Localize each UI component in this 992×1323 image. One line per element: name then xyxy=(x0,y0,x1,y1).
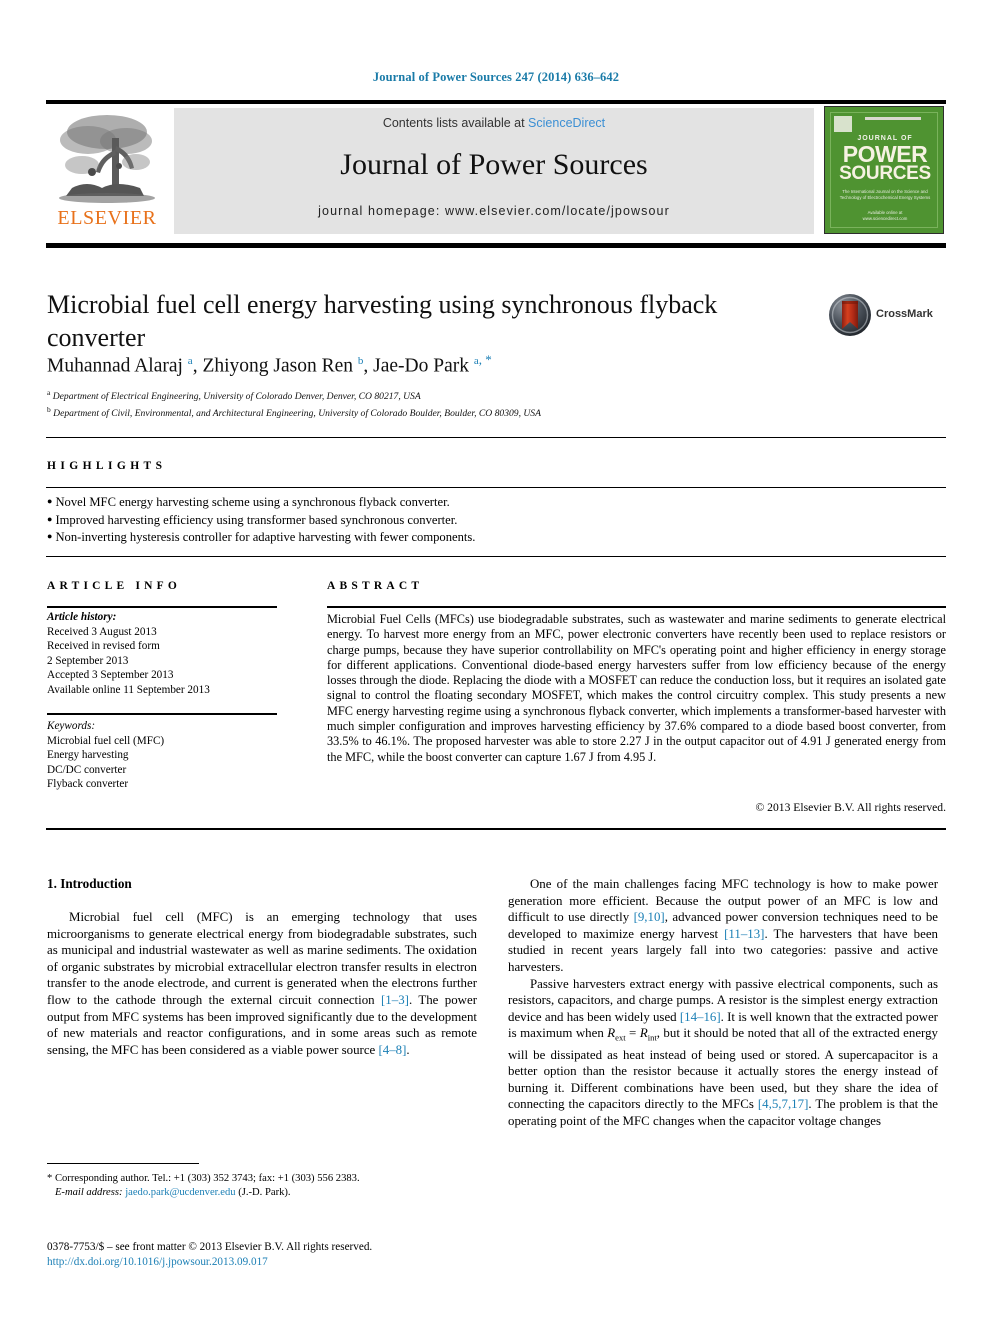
running-head: Journal of Power Sources 247 (2014) 636–… xyxy=(372,70,620,84)
imprint-block: 0378-7753/$ – see front matter © 2013 El… xyxy=(47,1240,477,1270)
journal-cover-thumbnail: JOURNAL OF POWER SOURCES The Internation… xyxy=(824,106,944,234)
cover-footer-text: Available online at www.sciencedirect.co… xyxy=(862,210,908,221)
affil-text-a: Department of Electrical Engineering, Un… xyxy=(52,391,421,403)
history-line: 2 September 2013 xyxy=(47,654,129,667)
email-label: E-mail address: xyxy=(54,1187,123,1198)
sciencedirect-link[interactable]: ScienceDirect xyxy=(528,116,605,130)
article-info-heading: ARTICLE INFO xyxy=(47,580,182,592)
crossmark-badge-icon xyxy=(828,293,872,337)
paragraph: Microbial fuel cell (MFC) is an emerging… xyxy=(47,910,477,1057)
highlights-top-rule xyxy=(46,437,946,438)
keyword-item: Microbial fuel cell (MFC) xyxy=(47,734,165,747)
bullet-icon: ● xyxy=(47,496,53,506)
abstract-heading: ABSTRACT xyxy=(327,580,424,592)
corresponding-author-note: * Corresponding author. Tel.: +1 (303) 3… xyxy=(47,1172,477,1200)
bullet-icon: ● xyxy=(47,531,53,541)
crossmark-label: CrossMark xyxy=(876,308,933,320)
affil-marker-b: b xyxy=(47,405,51,415)
doi-link[interactable]: http://dx.doi.org/10.1016/j.jpowsour.201… xyxy=(47,1255,477,1270)
keyword-item: Flyback converter xyxy=(47,778,129,791)
paragraph: Passive harvesters extract energy with p… xyxy=(508,976,939,1128)
highlight-text: Non-inverting hysteresis controller for … xyxy=(55,530,476,544)
journal-title: Journal of Power Sources xyxy=(340,148,648,181)
abstract-rule xyxy=(327,606,946,608)
history-line: Accepted 3 September 2013 xyxy=(47,669,174,682)
body-column-left: 1. Introduction Microbial fuel cell (MFC… xyxy=(47,876,477,1058)
article-history-label: Article history: xyxy=(47,611,117,623)
article-info-rule xyxy=(47,606,277,608)
crossmark-logo[interactable]: CrossMark xyxy=(828,293,946,339)
contents-available-line: Contents lists available at ScienceDirec… xyxy=(174,116,814,130)
elsevier-logo: ELSEVIER xyxy=(48,108,166,234)
author-list: Muhannad Alaraj a, Zhiyong Jason Ren b, … xyxy=(47,352,492,377)
highlight-text: Improved harvesting efficiency using tra… xyxy=(55,512,458,527)
issn-line: 0378-7753/$ – see front matter © 2013 El… xyxy=(47,1241,373,1253)
keyword-item: DC/DC converter xyxy=(47,763,127,776)
keywords-label: Keywords: xyxy=(47,720,96,732)
journal-homepage-link[interactable]: journal homepage: www.elsevier.com/locat… xyxy=(174,204,814,218)
copyright-line: © 2013 Elsevier B.V. All rights reserved… xyxy=(755,801,946,814)
affil-text-b: Department of Civil, Environmental, and … xyxy=(53,408,541,420)
contents-prefix: Contents lists available at xyxy=(382,116,529,130)
elsevier-tree-icon xyxy=(52,110,162,206)
email-suffix: (J.-D. Park). xyxy=(238,1187,291,1198)
body-column-right: One of the main challenges facing MFC te… xyxy=(508,876,938,1129)
highlight-item: ● Non-inverting hysteresis controller for… xyxy=(47,528,927,546)
section-heading-introduction: 1. Introduction xyxy=(47,876,132,891)
cover-power-word: POWER xyxy=(842,141,928,167)
cover-subtitle: The International Journal on the Science… xyxy=(839,189,931,200)
highlights-heading: HIGHLIGHTS xyxy=(47,460,167,472)
keyword-item: Energy harvesting xyxy=(47,749,129,762)
article-history: Article history: Received 3 August 2013 … xyxy=(47,610,287,698)
masthead-grey-band: Contents lists available at ScienceDirec… xyxy=(174,108,814,234)
affiliations: a Department of Electrical Engineering, … xyxy=(47,386,847,420)
affil-marker-a: a xyxy=(47,388,51,397)
masthead-top-rule xyxy=(46,100,946,104)
elsevier-wordmark: ELSEVIER xyxy=(57,207,157,229)
journal-masthead: ELSEVIER Contents lists available at Sci… xyxy=(46,100,946,238)
info-bottom-rule xyxy=(46,828,946,830)
corresponding-author-line: * Corresponding author. Tel.: +1 (303) 3… xyxy=(47,1173,360,1184)
highlight-item: ● Improved harvesting efficiency using tr… xyxy=(47,511,927,529)
highlights-rule xyxy=(46,487,946,488)
title-top-rule xyxy=(46,243,946,248)
cover-sources-word: SOURCES xyxy=(839,163,931,184)
paragraph: One of the main challenges facing MFC te… xyxy=(508,877,938,974)
highlights-bottom-rule xyxy=(46,556,946,557)
paper-page: Journal of Power Sources 247 (2014) 636–… xyxy=(0,0,992,1323)
abstract-text: Microbial Fuel Cells (MFCs) use biodegra… xyxy=(327,612,946,764)
history-line: Received 3 August 2013 xyxy=(47,625,157,638)
history-line: Received in revised form xyxy=(47,640,160,653)
cover-elsevier-icon xyxy=(834,116,852,132)
highlight-item: ● Novel MFC energy harvesting scheme usin… xyxy=(47,493,927,511)
cover-top-rule xyxy=(865,117,921,120)
keywords-rule xyxy=(47,713,277,715)
footnote-rule xyxy=(47,1163,199,1164)
keywords-block: Keywords: Microbial fuel cell (MFC) Ener… xyxy=(47,719,287,792)
highlight-text: Novel MFC energy harvesting scheme using… xyxy=(55,495,450,509)
email-line: E-mail address: jaedo.park@ucdenver.edu … xyxy=(47,1186,477,1200)
affiliation-b: b Department of Civil, Environmental, an… xyxy=(47,403,847,420)
bullet-icon: ● xyxy=(47,513,53,524)
email-link[interactable]: jaedo.park@ucdenver.edu xyxy=(125,1187,235,1198)
history-line: Available online 11 September 2013 xyxy=(47,683,210,696)
affiliation-a: a Department of Electrical Engineering, … xyxy=(47,386,847,403)
highlights-list: ● Novel MFC energy harvesting scheme usin… xyxy=(47,493,927,546)
page-title: Microbial fuel cell energy harvesting us… xyxy=(47,290,718,352)
